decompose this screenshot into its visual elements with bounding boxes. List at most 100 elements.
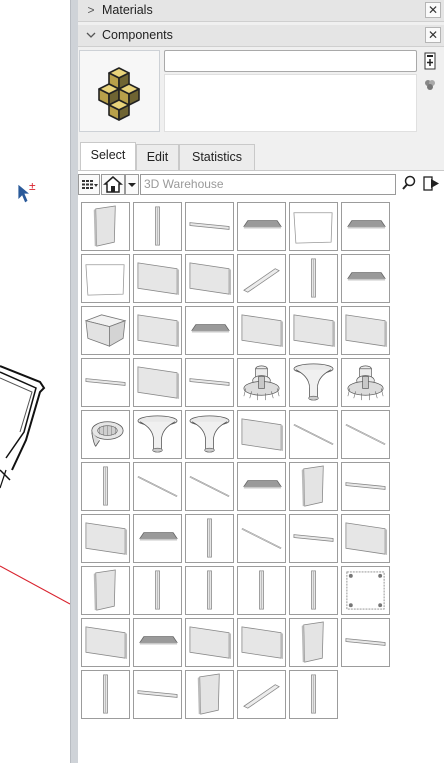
component-thumbnail[interactable]: [133, 670, 182, 719]
component-thumbnail[interactable]: [341, 566, 390, 615]
close-icon[interactable]: ✕: [425, 2, 441, 18]
component-thumbnail[interactable]: [237, 670, 286, 719]
component-thumbnail[interactable]: [289, 462, 338, 511]
component-description-field[interactable]: [164, 74, 417, 132]
tab-select[interactable]: Select: [80, 142, 136, 170]
panel-splitter[interactable]: [70, 0, 78, 763]
component-thumbnail[interactable]: [237, 410, 286, 459]
component-thumbnail[interactable]: [289, 514, 338, 563]
tray-pin-icon[interactable]: [423, 52, 437, 70]
chevron-down-icon[interactable]: [84, 28, 98, 42]
component-thumbnail[interactable]: [185, 670, 234, 719]
component-options-icon[interactable]: [423, 78, 437, 92]
component-thumbnail[interactable]: [341, 306, 390, 355]
component-thumbnail[interactable]: [185, 566, 234, 615]
rail-long-icon: [293, 534, 334, 542]
component-thumbnail[interactable]: [289, 670, 338, 719]
component-thumbnail[interactable]: [81, 618, 130, 667]
component-thumbnail[interactable]: [133, 202, 182, 251]
component-thumbnail[interactable]: [289, 202, 338, 251]
component-thumbnail[interactable]: [237, 566, 286, 615]
component-thumbnail[interactable]: [81, 670, 130, 719]
component-thumbnail[interactable]: [185, 254, 234, 303]
component-thumbnail[interactable]: [81, 410, 130, 459]
component-thumbnail[interactable]: [289, 254, 338, 303]
component-thumbnail[interactable]: [185, 410, 234, 459]
component-thumbnail[interactable]: [237, 254, 286, 303]
component-thumbnail[interactable]: [133, 410, 182, 459]
component-thumbnail[interactable]: [237, 618, 286, 667]
component-thumbnail[interactable]: [81, 514, 130, 563]
chevron-right-icon[interactable]: >: [84, 3, 98, 17]
panel-wide-icon: [137, 366, 180, 400]
component-thumbnail[interactable]: [81, 566, 130, 615]
component-thumbnail[interactable]: [237, 358, 286, 407]
component-thumbnail[interactable]: [133, 254, 182, 303]
post-icon: [311, 258, 316, 298]
component-thumbnail[interactable]: [133, 514, 182, 563]
component-thumbnail[interactable]: [341, 514, 390, 563]
component-thumbnail[interactable]: [133, 566, 182, 615]
component-thumbnail[interactable]: [289, 566, 338, 615]
component-thumbnail[interactable]: [289, 306, 338, 355]
tab-statistics[interactable]: Statistics: [179, 144, 255, 170]
component-thumbnail[interactable]: [133, 618, 182, 667]
cursor-plus-minus: ±: [29, 179, 36, 193]
component-thumbnail[interactable]: [185, 358, 234, 407]
slab-dark-icon: [347, 272, 386, 281]
component-thumbnail[interactable]: [81, 358, 130, 407]
component-thumbnail[interactable]: [237, 306, 286, 355]
component-thumbnail[interactable]: [289, 358, 338, 407]
component-thumbnail[interactable]: [237, 462, 286, 511]
component-thumbnail[interactable]: [289, 618, 338, 667]
rail-long-icon: [85, 378, 126, 386]
home-icon[interactable]: [101, 174, 125, 195]
component-thumbnail[interactable]: [341, 254, 390, 303]
panel-tall-icon: [93, 205, 116, 247]
component-thumbnail[interactable]: [341, 358, 390, 407]
component-thumbnail[interactable]: [81, 462, 130, 511]
component-thumbnail[interactable]: [133, 358, 182, 407]
component-thumbnail[interactable]: [237, 202, 286, 251]
grid-view-icon[interactable]: [78, 174, 100, 195]
default-tray-panel: > Materials ✕ Components ✕ Select Edit S…: [78, 0, 444, 763]
dropdown-arrow-icon[interactable]: [125, 174, 139, 195]
component-thumbnail[interactable]: [185, 202, 234, 251]
post-icon: [311, 674, 316, 714]
component-thumbnail[interactable]: [133, 462, 182, 511]
component-thumbnail[interactable]: [185, 462, 234, 511]
materials-tray-header[interactable]: > Materials ✕: [78, 0, 444, 22]
model-viewport[interactable]: ±: [0, 0, 70, 763]
component-thumbnail[interactable]: [81, 254, 130, 303]
component-name-field[interactable]: [164, 50, 417, 72]
sheet-flat-icon: [293, 212, 333, 244]
component-thumbnail[interactable]: [185, 514, 234, 563]
component-thumbnail[interactable]: [341, 462, 390, 511]
component-thumbnail[interactable]: [341, 618, 390, 667]
close-icon[interactable]: ✕: [425, 27, 441, 43]
rod-diagonal-icon: [345, 424, 386, 445]
component-thumbnail[interactable]: [185, 306, 234, 355]
component-thumbnail[interactable]: [289, 410, 338, 459]
sheet-flat-icon: [85, 264, 125, 296]
components-tray-header[interactable]: Components ✕: [78, 25, 444, 47]
lamp-vase-icon: [189, 415, 230, 453]
rail-long-icon: [189, 222, 230, 230]
component-thumbnail[interactable]: [81, 202, 130, 251]
component-thumbnail[interactable]: [341, 202, 390, 251]
component-thumbnail[interactable]: [81, 306, 130, 355]
component-thumbnail[interactable]: [133, 306, 182, 355]
slab-dark-icon: [243, 480, 282, 489]
search-icon[interactable]: [400, 174, 418, 195]
component-thumbnail[interactable]: [341, 410, 390, 459]
search-input[interactable]: 3D Warehouse: [140, 174, 396, 195]
slab-dark-icon: [139, 636, 178, 645]
components-toolbar: 3D Warehouse: [78, 173, 444, 197]
lamp-ornate-icon: [243, 365, 280, 401]
tab-edit[interactable]: Edit: [136, 144, 179, 170]
component-thumbnail[interactable]: [237, 514, 286, 563]
slab-dark-icon: [243, 220, 282, 229]
component-thumbnail[interactable]: [185, 618, 234, 667]
select-tab-content: 3D Warehouse: [78, 170, 444, 763]
details-arrow-icon[interactable]: [422, 174, 442, 195]
